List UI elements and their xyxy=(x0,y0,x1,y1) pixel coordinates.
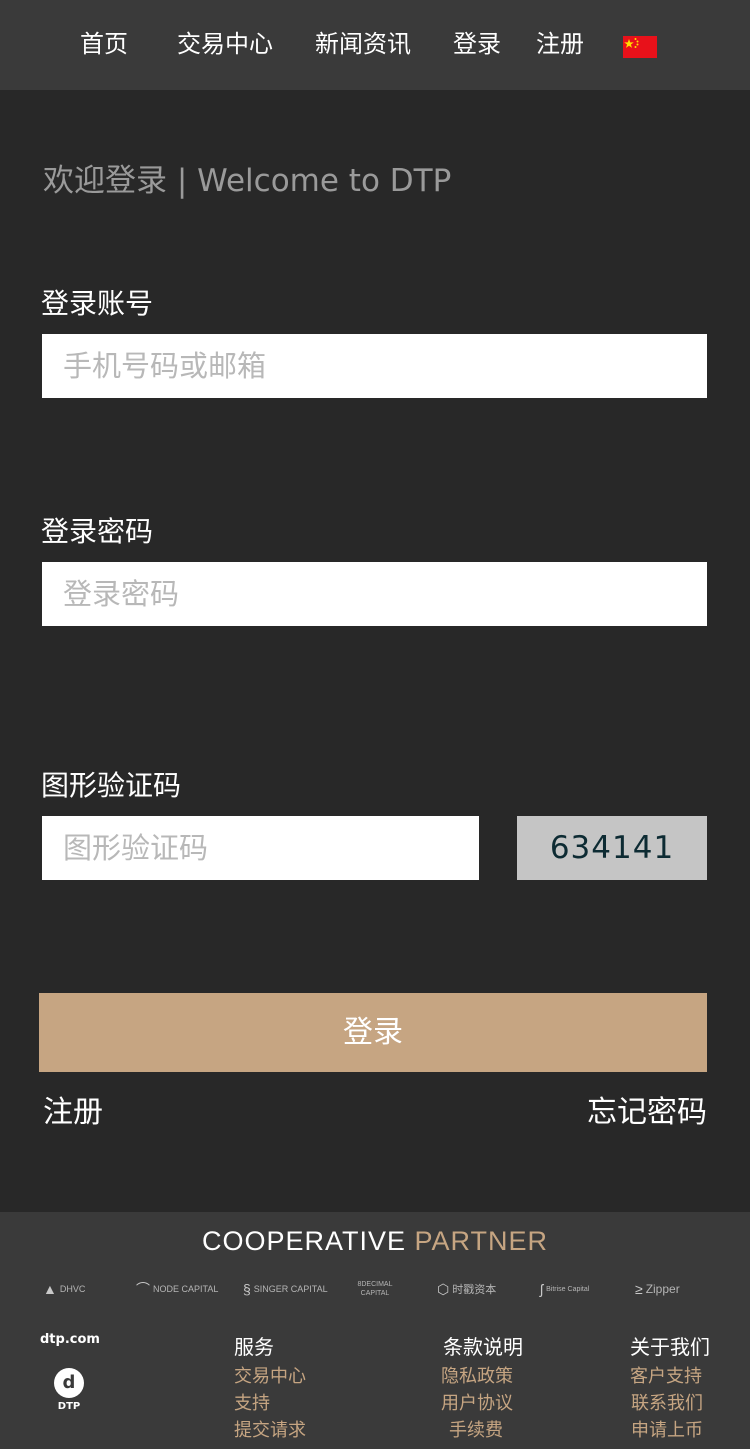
nav-register[interactable]: 注册 xyxy=(536,26,584,62)
coop-title-part1: COOPERATIVE xyxy=(201,1226,406,1256)
footer-link-submit-request[interactable]: 提交请求 xyxy=(234,1416,306,1442)
register-link[interactable]: 注册 xyxy=(43,1087,103,1131)
account-label: 登录账号 xyxy=(41,287,154,320)
top-nav: 首页 交易中心 新闻资讯 登录 注册 xyxy=(0,0,750,90)
footer-link-user-agreement[interactable]: 用户协议 xyxy=(441,1389,513,1415)
partner-logo-bitrise[interactable]: ʃ Bitrise Capital xyxy=(540,1279,589,1299)
zipper-logo-icon: ≥ xyxy=(635,1281,643,1297)
cooperative-partner-title: COOPERATIVE PARTNER xyxy=(0,1226,750,1257)
footer-col-services-title: 服务 xyxy=(234,1335,274,1359)
nav-home[interactable]: 首页 xyxy=(80,26,128,62)
bitrise-logo-icon: ʃ xyxy=(540,1281,544,1297)
dtp-logo[interactable]: d DTP xyxy=(52,1368,86,1416)
partner-logo-node-capital[interactable]: ⌒ NODE CAPITAL xyxy=(136,1279,218,1299)
node-capital-logo-icon: ⌒ xyxy=(136,1281,150,1297)
footer-link-fees[interactable]: 手续费 xyxy=(449,1416,503,1442)
dtp-logo-text: DTP xyxy=(57,1401,81,1412)
footer-link-trade-center[interactable]: 交易中心 xyxy=(234,1362,306,1388)
nav-news[interactable]: 新闻资讯 xyxy=(315,26,411,62)
login-button[interactable]: 登录 xyxy=(39,993,707,1072)
dhvc-logo-icon: ▲ xyxy=(43,1281,57,1297)
captcha-label: 图形验证码 xyxy=(41,769,182,802)
password-label: 登录密码 xyxy=(41,515,154,548)
captcha-image[interactable]: 634141 xyxy=(517,816,707,880)
footer-link-contact-us[interactable]: 联系我们 xyxy=(631,1389,703,1415)
site-domain: dtp.com xyxy=(40,1332,100,1347)
footer-col-terms-title: 条款说明 xyxy=(443,1335,523,1359)
account-input[interactable] xyxy=(42,334,707,398)
partner-logo-dhvc[interactable]: ▲ DHVC xyxy=(43,1279,85,1299)
password-input[interactable] xyxy=(42,562,707,626)
partner-logo-singer-capital[interactable]: § SINGER CAPITAL xyxy=(243,1279,328,1299)
partner-logo-8decimal[interactable]: 8DECIMAL CAPITAL xyxy=(350,1279,400,1299)
dtp-logo-icon: d xyxy=(54,1368,84,1398)
footer-link-privacy[interactable]: 隐私政策 xyxy=(441,1362,513,1388)
partner-logo-zipper[interactable]: ≥ Zipper xyxy=(635,1279,680,1299)
partner-logo-shichuo[interactable]: ⬡ 时戳资本 xyxy=(437,1279,496,1299)
nav-login[interactable]: 登录 xyxy=(453,26,501,62)
forgot-password-link[interactable]: 忘记密码 xyxy=(587,1087,707,1131)
footer-col-about-title: 关于我们 xyxy=(630,1335,710,1359)
china-flag-icon[interactable] xyxy=(623,36,657,58)
footer-link-support[interactable]: 支持 xyxy=(234,1389,270,1415)
singer-capital-logo-icon: § xyxy=(243,1281,251,1297)
footer-link-customer-support[interactable]: 客户支持 xyxy=(630,1362,702,1388)
footer-link-apply-listing[interactable]: 申请上币 xyxy=(631,1416,703,1442)
captcha-input[interactable] xyxy=(42,816,479,880)
nav-trade-center[interactable]: 交易中心 xyxy=(177,26,273,62)
coop-title-part2: PARTNER xyxy=(414,1226,549,1256)
welcome-heading: 欢迎登录 | Welcome to DTP xyxy=(43,163,452,199)
shichuo-logo-icon: ⬡ xyxy=(437,1280,450,1297)
